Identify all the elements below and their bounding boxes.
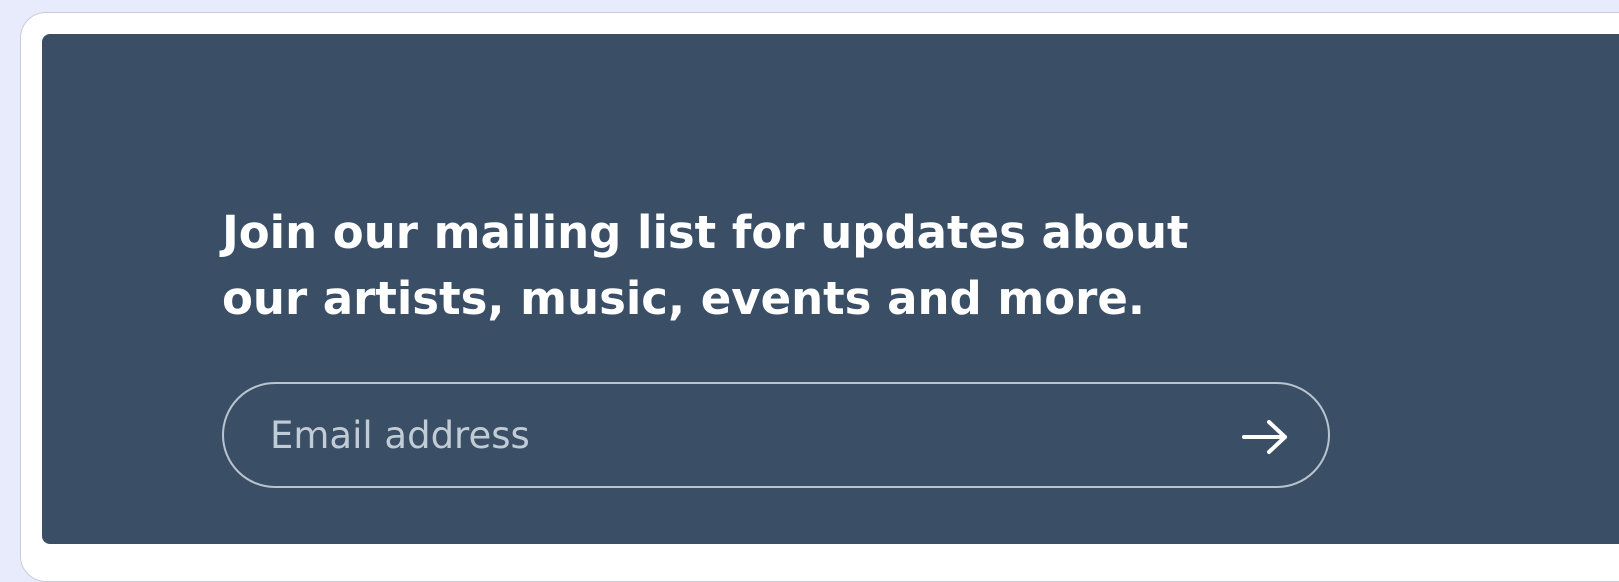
email-signup-form	[222, 382, 1330, 488]
newsletter-signup-panel: Join our mailing list for updates about …	[42, 34, 1619, 544]
email-input[interactable]	[270, 408, 1170, 462]
newsletter-headline: Join our mailing list for updates about …	[222, 206, 1189, 325]
submit-email-button[interactable]	[1238, 412, 1298, 462]
arrow-right-icon	[1238, 414, 1298, 460]
